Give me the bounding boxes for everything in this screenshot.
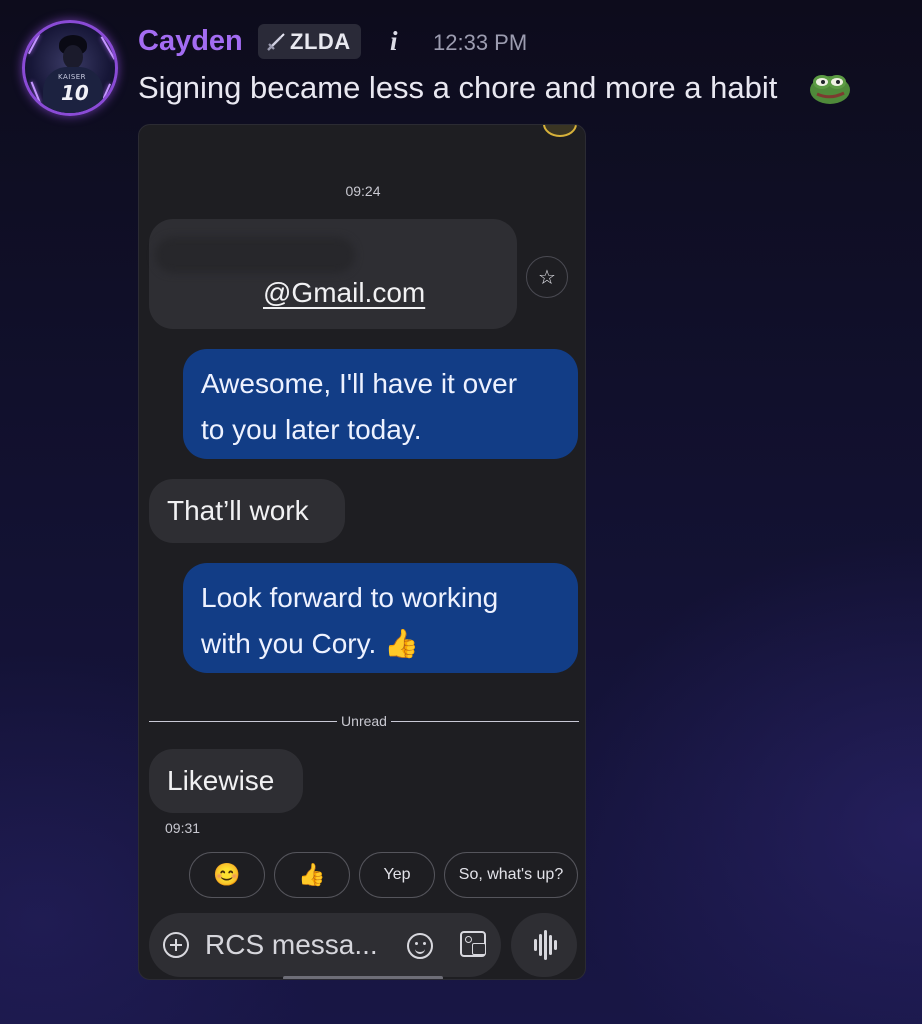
message-line: with you Cory. 👍 <box>201 628 419 659</box>
jersey-number: 10 <box>61 81 89 105</box>
suggestion-chip-smile[interactable]: 😊 <box>189 852 265 898</box>
message-line: Likewise <box>167 765 275 796</box>
unread-divider: Unread <box>149 713 580 729</box>
info-icon[interactable]: i <box>390 26 398 57</box>
message-line: to you later today. <box>201 414 422 445</box>
message-composer[interactable]: RCS messa... <box>149 913 501 977</box>
incoming-message: That’ll work <box>149 479 345 543</box>
jersey-name: KAISER <box>58 73 87 81</box>
suggestion-chip-thumbs-up[interactable]: 👍 <box>274 852 350 898</box>
emoji-badge <box>543 125 577 137</box>
outgoing-message: Look forward to working with you Cory. 👍 <box>183 563 578 673</box>
pepe-emoji[interactable] <box>808 70 852 106</box>
unread-label: Unread <box>341 713 387 729</box>
composer-placeholder[interactable]: RCS messa... <box>205 927 378 963</box>
star-icon[interactable]: ☆ <box>526 256 568 298</box>
sword-icon <box>267 32 285 51</box>
username[interactable]: Cayden <box>138 22 243 60</box>
email-link[interactable]: @Gmail.com <box>263 273 425 313</box>
message-timestamp: 12:33 PM <box>433 30 528 55</box>
message-text: Signing became less a chore and more a h… <box>138 70 778 105</box>
user-avatar[interactable]: KAISER 10 <box>22 20 118 116</box>
message-line: Awesome, I'll have it over <box>201 368 518 399</box>
voice-message-icon[interactable] <box>511 913 577 977</box>
last-message-time: 09:31 <box>165 820 201 836</box>
attached-screenshot[interactable]: 09:24 @Gmail.com ☆ Awesome, I'll have it… <box>138 124 586 980</box>
redacted-region <box>155 237 355 273</box>
home-indicator <box>283 976 443 979</box>
emoji-picker-icon[interactable] <box>407 933 433 959</box>
add-attachment-icon[interactable] <box>163 932 189 958</box>
incoming-message: Likewise <box>149 749 303 813</box>
message-line: That’ll work <box>167 495 309 526</box>
tag-label: ZLDA <box>290 28 351 54</box>
server-tag[interactable]: ZLDA <box>258 24 361 59</box>
conversation-timestamp: 09:24 <box>345 183 381 199</box>
outgoing-message: Awesome, I'll have it over to you later … <box>183 349 578 459</box>
message-line: Look forward to working <box>201 582 499 613</box>
gallery-icon[interactable] <box>460 931 486 957</box>
suggestion-chip-whats-up[interactable]: So, what's up? <box>444 852 578 898</box>
email-bubble: @Gmail.com <box>149 219 517 329</box>
suggestion-chip-yep[interactable]: Yep <box>359 852 435 898</box>
